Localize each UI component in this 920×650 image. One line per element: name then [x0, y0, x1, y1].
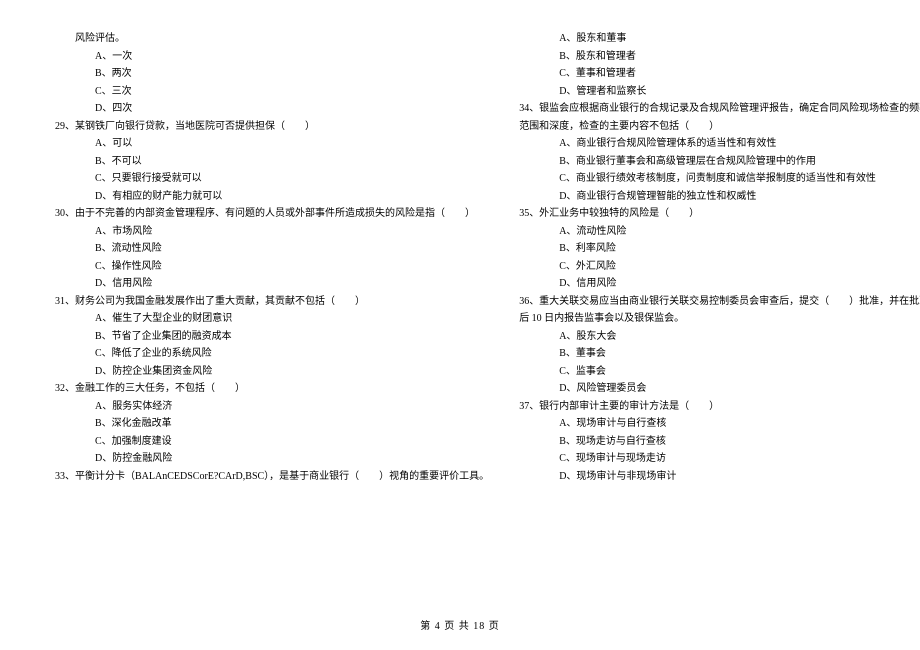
q37-text: 37、银行内部审计主要的审计方法是（ ） — [519, 398, 920, 416]
q33-text: 33、平衡计分卡（BALAnCEDSCorE?CArD,BSC），是基于商业银行… — [55, 468, 489, 486]
q35-option-c: C、外汇风险 — [519, 258, 920, 276]
q32-option-a: A、服务实体经济 — [55, 398, 489, 416]
q34-text2: 范围和深度，检查的主要内容不包括（ ） — [519, 118, 920, 136]
q31-text: 31、财务公司为我国金融发展作出了重大贡献，其贡献不包括（ ） — [55, 293, 489, 311]
q36-option-c: C、监事会 — [519, 363, 920, 381]
q28-option-c: C、三次 — [55, 83, 489, 101]
q30-option-b: B、流动性风险 — [55, 240, 489, 258]
q30-option-d: D、信用风险 — [55, 275, 489, 293]
q33-option-c: C、董事和管理者 — [519, 65, 920, 83]
q37-option-b: B、现场走访与自行查核 — [519, 433, 920, 451]
q29-option-a: A、可以 — [55, 135, 489, 153]
q30-option-a: A、市场风险 — [55, 223, 489, 241]
q34-option-a: A、商业银行合规风险管理体系的适当性和有效性 — [519, 135, 920, 153]
q35-option-b: B、利率风险 — [519, 240, 920, 258]
q28-tail: 风险评估。 — [55, 30, 489, 48]
q34-option-b: B、商业银行董事会和高级管理层在合规风险管理中的作用 — [519, 153, 920, 171]
q34-option-d: D、商业银行合规管理智能的独立性和权威性 — [519, 188, 920, 206]
q33-option-a: A、股东和董事 — [519, 30, 920, 48]
q34-option-c: C、商业银行绩效考核制度，问责制度和诚信举报制度的适当性和有效性 — [519, 170, 920, 188]
q30-text: 30、由于不完善的内部资金管理程序、有问题的人员或外部事件所造成损失的风险是指（… — [55, 205, 489, 223]
q36-text: 36、重大关联交易应当由商业银行关联交易控制委员会审查后，提交（ ）批准，并在批… — [519, 293, 920, 311]
q31-option-a: A、催生了大型企业的财团意识 — [55, 310, 489, 328]
q36-text2: 后 10 日内报告监事会以及银保监会。 — [519, 310, 920, 328]
q32-text: 32、金融工作的三大任务，不包括（ ） — [55, 380, 489, 398]
q37-option-d: D、现场审计与非现场审计 — [519, 468, 920, 486]
q31-option-b: B、节省了企业集团的融资成本 — [55, 328, 489, 346]
q32-option-d: D、防控金融风险 — [55, 450, 489, 468]
q37-option-a: A、现场审计与自行查核 — [519, 415, 920, 433]
q28-option-b: B、两次 — [55, 65, 489, 83]
q28-option-a: A、一次 — [55, 48, 489, 66]
q37-option-c: C、现场审计与现场走访 — [519, 450, 920, 468]
q29-option-b: B、不可以 — [55, 153, 489, 171]
q31-option-c: C、降低了企业的系统风险 — [55, 345, 489, 363]
q33-option-b: B、股东和管理者 — [519, 48, 920, 66]
q29-option-c: C、只要银行接受就可以 — [55, 170, 489, 188]
q29-option-d: D、有相应的财产能力就可以 — [55, 188, 489, 206]
q29-text: 29、某钢铁厂向银行贷款，当地医院可否提供担保（ ） — [55, 118, 489, 136]
q30-option-c: C、操作性风险 — [55, 258, 489, 276]
left-column: 风险评估。 A、一次 B、两次 C、三次 D、四次 29、某钢铁厂向银行贷款，当… — [55, 30, 489, 595]
q34-text: 34、银监会应根据商业银行的合规记录及合规风险管理评报告，确定合同风险现场检查的… — [519, 100, 920, 118]
right-column: A、股东和董事 B、股东和管理者 C、董事和管理者 D、管理者和监察长 34、银… — [519, 30, 920, 595]
q36-option-b: B、董事会 — [519, 345, 920, 363]
q35-option-a: A、流动性风险 — [519, 223, 920, 241]
q35-text: 35、外汇业务中较独特的风险是（ ） — [519, 205, 920, 223]
q35-option-d: D、信用风险 — [519, 275, 920, 293]
q36-option-d: D、风险管理委员会 — [519, 380, 920, 398]
q33-option-d: D、管理者和监察长 — [519, 83, 920, 101]
q32-option-c: C、加强制度建设 — [55, 433, 489, 451]
page-content: 风险评估。 A、一次 B、两次 C、三次 D、四次 29、某钢铁厂向银行贷款，当… — [55, 30, 865, 595]
q31-option-d: D、防控企业集团资金风险 — [55, 363, 489, 381]
q32-option-b: B、深化金融改革 — [55, 415, 489, 433]
q28-option-d: D、四次 — [55, 100, 489, 118]
q36-option-a: A、股东大会 — [519, 328, 920, 346]
page-footer: 第 4 页 共 18 页 — [0, 617, 920, 632]
